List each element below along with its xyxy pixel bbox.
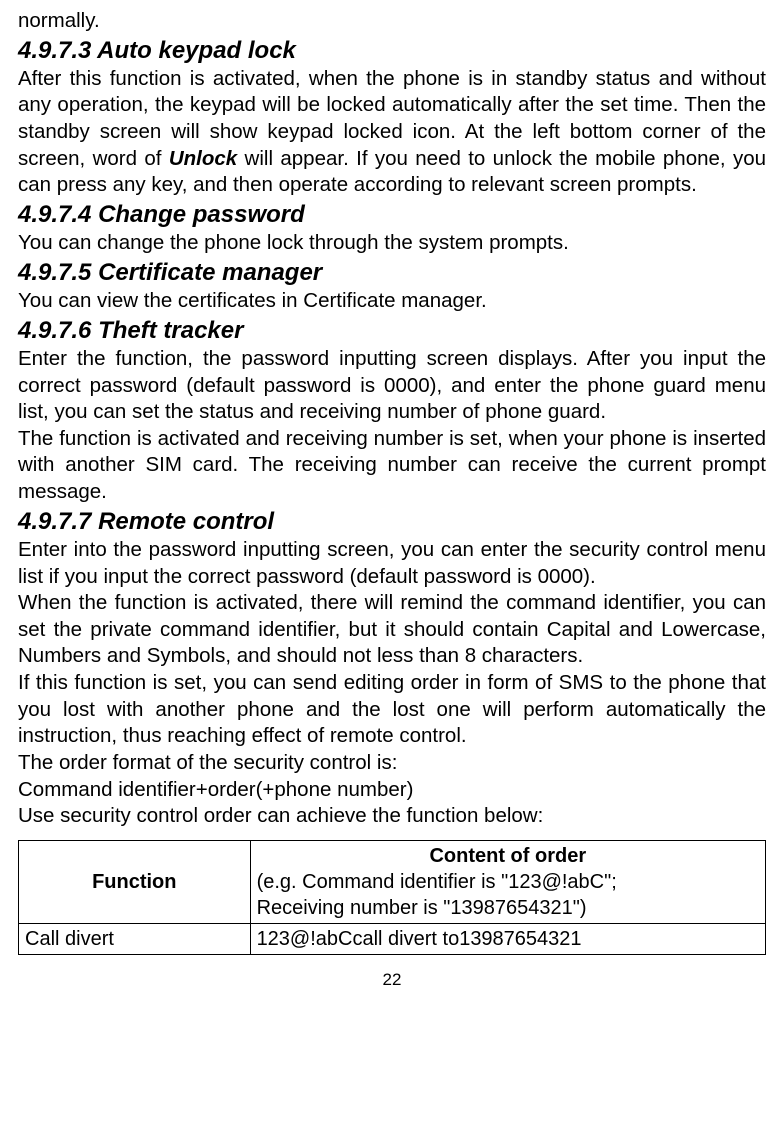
table-row: Function Content of order (e.g. Command … [19, 840, 766, 923]
heading-certificate-manager: 4.9.7.5 Certificate manager [18, 257, 766, 288]
para-remote-control-3: If this function is set, you can send ed… [18, 670, 766, 750]
heading-change-password: 4.9.7.4 Change password [18, 199, 766, 230]
para-remote-control-2: When the function is activated, there wi… [18, 590, 766, 670]
prev-page-tail: normally. [18, 8, 766, 35]
unlock-word: Unlock [169, 147, 237, 170]
cell-function-call-divert: Call divert [19, 923, 251, 954]
content-example-line-2: Receiving number is "13987654321") [257, 895, 759, 921]
page-number: 22 [18, 969, 766, 991]
table-row: Call divert 123@!abCcall divert to139876… [19, 923, 766, 954]
heading-theft-tracker: 4.9.7.6 Theft tracker [18, 315, 766, 346]
para-theft-tracker-1: Enter the function, the password inputti… [18, 346, 766, 426]
para-remote-control-1: Enter into the password inputting screen… [18, 537, 766, 590]
heading-auto-keypad-lock: 4.9.7.3 Auto keypad lock [18, 35, 766, 66]
para-remote-control-4: The order format of the security control… [18, 750, 766, 777]
para-auto-keypad-lock: After this function is activated, when t… [18, 66, 766, 199]
cell-order-call-divert: 123@!abCcall divert to13987654321 [250, 923, 765, 954]
para-certificate-manager: You can view the certificates in Certifi… [18, 288, 766, 315]
para-remote-control-6: Use security control order can achieve t… [18, 803, 766, 830]
content-example-line-1: (e.g. Command identifier is "123@!abC"; [257, 869, 759, 895]
para-change-password: You can change the phone lock through th… [18, 230, 766, 257]
para-remote-control-5: Command identifier+order(+phone number) [18, 777, 766, 804]
para-theft-tracker-2: The function is activated and receiving … [18, 426, 766, 506]
table-header-function: Function [19, 840, 251, 923]
order-table: Function Content of order (e.g. Command … [18, 840, 766, 955]
content-of-order-title: Content of order [257, 843, 759, 869]
table-header-content: Content of order (e.g. Command identifie… [250, 840, 765, 923]
heading-remote-control: 4.9.7.7 Remote control [18, 506, 766, 537]
